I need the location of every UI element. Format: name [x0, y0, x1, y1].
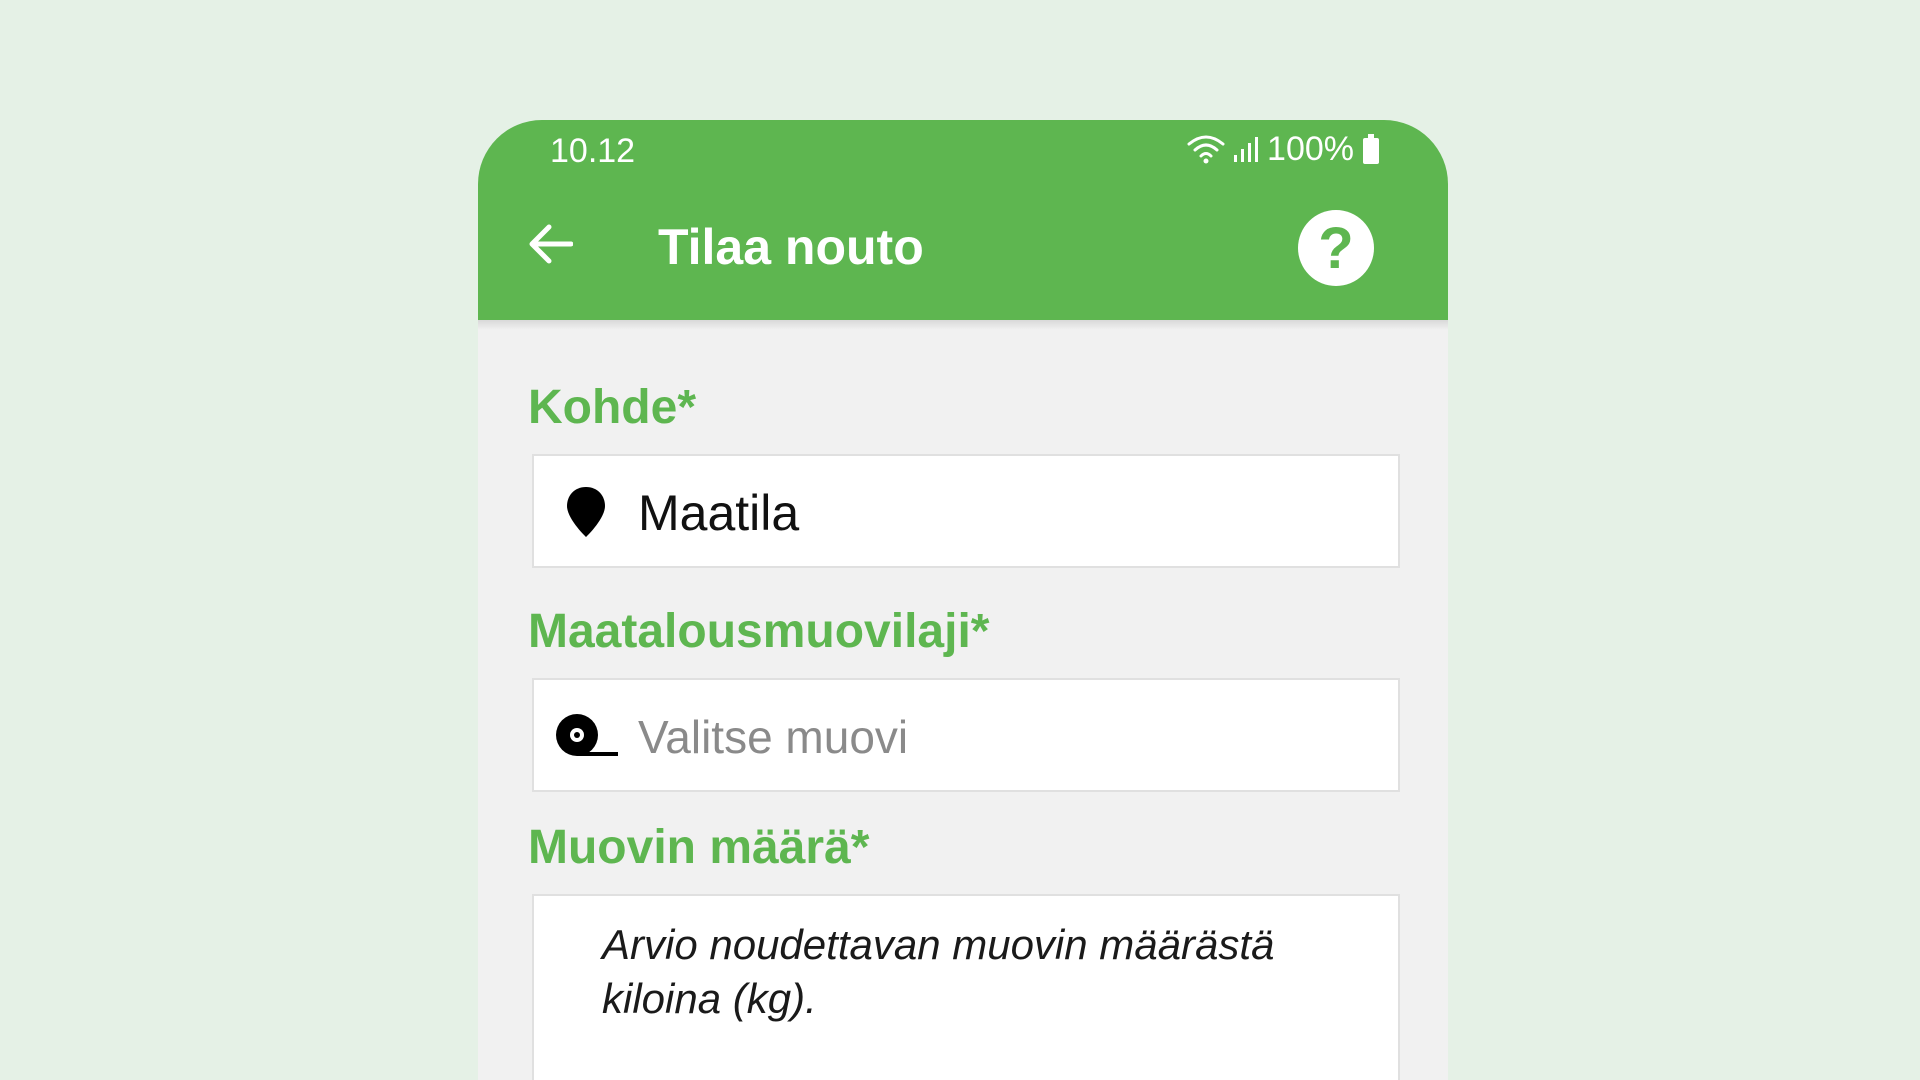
phone-screen: 10.12 100% Tilaa nouto ? Kohde* Maatila … [478, 120, 1448, 1080]
status-icons: 100% [1187, 132, 1380, 166]
back-button[interactable] [520, 216, 580, 276]
app-header: 10.12 100% Tilaa nouto ? [478, 120, 1448, 320]
plastic-roll-icon [554, 712, 620, 762]
amount-label: Muovin määrä* [528, 821, 870, 874]
location-pin-icon [564, 484, 608, 540]
header-shadow [478, 320, 1448, 330]
status-time: 10.12 [550, 132, 636, 170]
page-title: Tilaa nouto [658, 219, 924, 275]
help-button[interactable]: ? [1298, 210, 1374, 286]
plastic-type-label: Maatalousmuovilaji* [528, 605, 990, 658]
amount-hint: Arvio noudettavan muovin määrästä kiloin… [602, 921, 1275, 1022]
target-field[interactable]: Maatila [532, 454, 1400, 568]
target-value: Maatila [638, 485, 800, 541]
plastic-type-field[interactable]: Valitse muovi [532, 678, 1400, 792]
battery-text: 100% [1267, 130, 1354, 168]
signal-icon [1233, 135, 1259, 163]
arrow-left-icon [527, 224, 574, 269]
battery-icon [1362, 134, 1380, 164]
target-label: Kohde* [528, 381, 696, 434]
plastic-type-placeholder: Valitse muovi [638, 711, 909, 763]
question-circle-icon: ? [1318, 215, 1354, 281]
wifi-icon [1187, 134, 1225, 164]
amount-field[interactable]: Arvio noudettavan muovin määrästä kiloin… [532, 894, 1400, 1080]
